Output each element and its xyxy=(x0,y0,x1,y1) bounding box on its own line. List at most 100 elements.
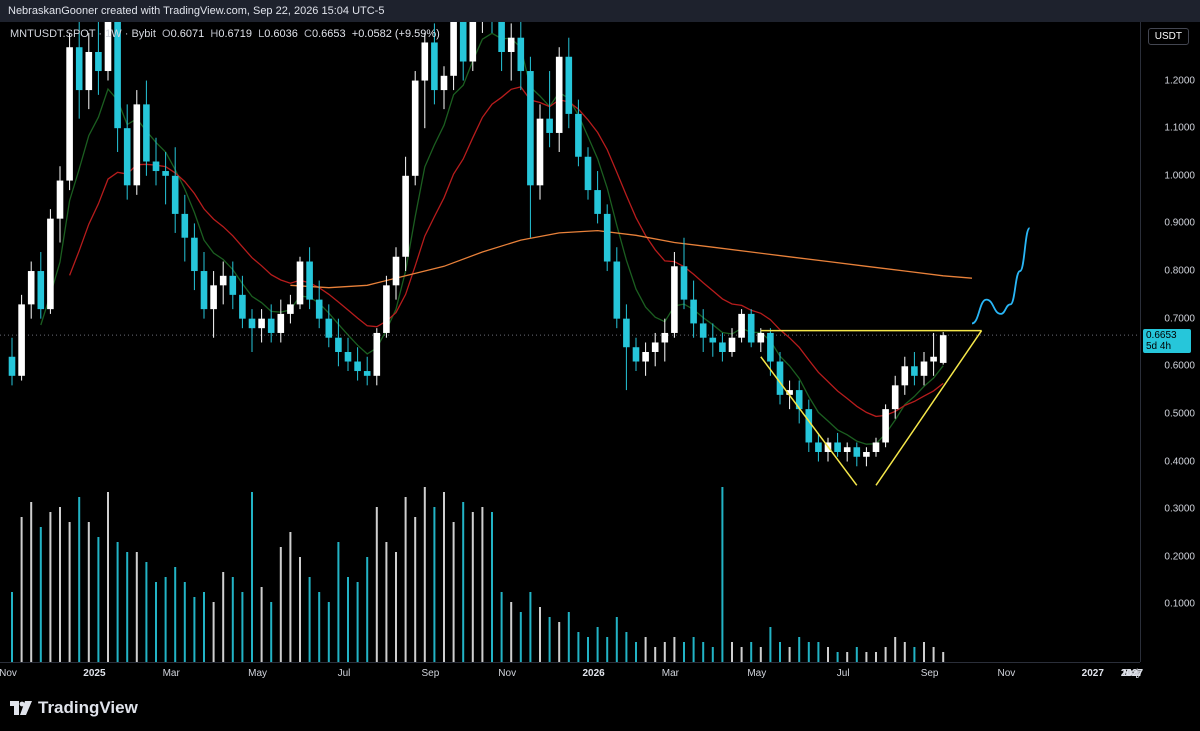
volume-bar xyxy=(865,652,868,662)
time-tick-label: Jul xyxy=(836,668,850,679)
candle-body xyxy=(152,161,160,172)
candle-body xyxy=(699,323,707,338)
candle-body xyxy=(815,442,822,452)
candle-body xyxy=(191,237,198,272)
attribution-text: NebraskanGooner created with TradingView… xyxy=(8,5,385,17)
candle-body xyxy=(642,351,649,362)
volume-bar xyxy=(491,512,493,662)
volume-bar xyxy=(68,522,71,662)
price-tick-label: 0.3000 xyxy=(1164,503,1195,515)
volume-bar xyxy=(174,567,177,662)
volume-bar xyxy=(827,647,829,662)
volume-bar xyxy=(519,612,522,662)
volume-bar xyxy=(222,572,225,662)
time-tick-label: 2026 xyxy=(582,668,605,679)
price-axis[interactable]: USDT 1.2000 1.1000 1.0000 0.9000 0.8000 0.700… xyxy=(1140,22,1200,662)
volume-bar xyxy=(135,552,138,662)
candle-body xyxy=(546,118,553,133)
candle-body xyxy=(123,128,131,186)
volume-bar xyxy=(615,617,618,662)
time-tick-label: May xyxy=(248,668,268,679)
chart-plot-area[interactable]: MNTUSDT.SPOT · 1W · Bybit O0.6071 H0.671… xyxy=(0,22,1140,662)
candle-body xyxy=(296,261,304,305)
volume-bar xyxy=(625,632,628,662)
time-tick-label: Sep xyxy=(920,668,939,679)
volume-bar xyxy=(903,642,906,662)
volume-bar xyxy=(414,517,417,662)
volume-bar xyxy=(145,562,148,662)
volume-bar xyxy=(913,647,916,662)
volume-bar xyxy=(11,592,13,662)
ema-fast-line xyxy=(40,32,944,445)
candle-body xyxy=(373,332,381,376)
time-tick-label: 2027 xyxy=(1120,668,1144,679)
legend-change: +0.0582 (+9.59%) xyxy=(351,28,440,40)
candle-body xyxy=(939,335,947,363)
volume-bar xyxy=(702,642,705,662)
volume-bar xyxy=(683,642,685,662)
candle-body xyxy=(805,409,813,443)
price-tick-label: 0.7000 xyxy=(1164,313,1195,325)
price-chart[interactable] xyxy=(0,22,1140,662)
legend-symbol[interactable]: MNTUSDT.SPOT xyxy=(10,28,95,40)
volume-bar xyxy=(97,537,100,662)
volume-bar xyxy=(87,522,90,662)
volume-bar xyxy=(558,622,561,662)
volume-bar xyxy=(769,627,772,662)
volume-bar xyxy=(270,602,273,662)
candle-body xyxy=(335,337,342,352)
candle-body xyxy=(584,156,592,191)
volume-bar xyxy=(59,507,61,662)
candle-body xyxy=(901,366,909,386)
volume-bar xyxy=(836,652,839,662)
time-tick-label: 2025 xyxy=(83,668,106,679)
volume-bar xyxy=(20,517,23,662)
candle-body xyxy=(747,313,755,343)
candle-body xyxy=(47,218,54,310)
volume-bar xyxy=(78,497,81,662)
candle-body xyxy=(171,175,179,214)
current-price-value: 0.6653 xyxy=(1146,330,1177,342)
candle-body xyxy=(891,385,899,410)
candle-body xyxy=(565,56,573,114)
candle-body xyxy=(719,342,726,352)
volume-bar xyxy=(875,652,877,662)
candle-body xyxy=(757,332,765,343)
candle-body xyxy=(651,342,659,352)
volume-bar xyxy=(356,582,359,662)
price-tick-label: 0.4000 xyxy=(1164,456,1195,468)
candle-body xyxy=(603,213,611,262)
tradingview-brand[interactable]: TradingView xyxy=(10,697,138,719)
volume-bar xyxy=(395,552,397,662)
candle-body xyxy=(277,313,285,333)
volume-bar xyxy=(260,587,263,662)
current-price-tag: 0.6653 5d 4h xyxy=(1143,329,1191,354)
volume-bar xyxy=(846,652,849,662)
candle-body xyxy=(392,256,400,286)
volume-bar xyxy=(500,592,503,662)
volume-bar xyxy=(375,507,378,662)
candle-body xyxy=(239,294,246,319)
price-tick-label: 1.1000 xyxy=(1164,122,1195,134)
candle-body xyxy=(210,285,217,310)
candle-body xyxy=(315,299,323,319)
candle-body xyxy=(671,266,678,333)
volume-bar xyxy=(308,577,311,662)
volume-bar xyxy=(404,497,407,662)
candle-body xyxy=(354,361,361,372)
volume-bar xyxy=(510,602,513,662)
candle-body xyxy=(258,318,265,329)
time-axis[interactable]: Nov 2025 Mar May Jul Sep Nov 2026 Mar May Jul Sep No… xyxy=(0,662,1144,685)
volume-bar xyxy=(423,487,426,662)
volume-bar xyxy=(673,637,676,662)
candle-body xyxy=(219,275,227,286)
volume-bar xyxy=(231,577,234,662)
candle-body xyxy=(431,42,438,91)
volume-bar xyxy=(894,637,897,662)
volume-bar xyxy=(663,642,666,662)
time-tick-label: 2027 xyxy=(1081,668,1104,679)
volume-bar xyxy=(731,642,733,662)
currency-button[interactable]: USDT xyxy=(1147,28,1189,45)
candle-body xyxy=(181,213,189,238)
volume-bar xyxy=(299,557,301,662)
